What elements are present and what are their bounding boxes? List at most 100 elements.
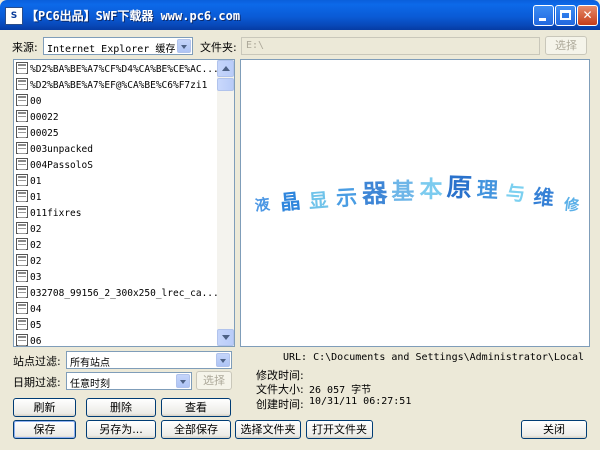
url-info: URL: C:\Documents and Settings\Administr…: [283, 352, 590, 363]
folder-label: 文件夹:: [200, 41, 237, 54]
swf-file-icon: [16, 254, 28, 266]
file-name: 02: [30, 240, 42, 251]
file-list-item[interactable]: 00022: [16, 110, 218, 126]
swf-preview: 液晶显示器基本原理与维修: [240, 59, 590, 347]
folder-value: E:\: [246, 40, 265, 51]
file-name: 01: [30, 176, 42, 187]
created-value: 10/31/11 06:27:51: [309, 396, 412, 407]
file-name: %D2%BA%BE%A7%CF%D4%CA%BE%CE%AC...: [30, 64, 218, 75]
site-filter-value: 所有站点: [70, 358, 110, 369]
swf-file-icon: [16, 78, 28, 90]
file-name: 05: [30, 320, 42, 331]
date-filter-select[interactable]: 任意时刻: [66, 372, 192, 390]
scroll-up-icon[interactable]: [217, 60, 234, 77]
file-list-item[interactable]: %D2%BA%BE%A7%EF@%CA%BE%C6%F7zi1: [16, 78, 218, 94]
file-list-item[interactable]: 01: [16, 190, 218, 206]
swf-file-icon: [16, 174, 28, 186]
swf-file-icon: [16, 110, 28, 122]
folder-field: E:\: [241, 37, 540, 55]
open-folder-button[interactable]: 打开文件夹: [306, 420, 373, 439]
file-list-item[interactable]: 06: [16, 334, 218, 347]
file-list-item[interactable]: 02: [16, 238, 218, 254]
file-list-item[interactable]: 003unpacked: [16, 142, 218, 158]
app-icon[interactable]: S: [5, 7, 23, 25]
swf-file-icon: [16, 126, 28, 138]
scroll-thumb[interactable]: [217, 78, 234, 91]
date-filter-label: 日期过滤:: [13, 376, 61, 389]
site-filter-select[interactable]: 所有站点: [66, 351, 232, 369]
date-filter-value: 任意时刻: [70, 379, 110, 390]
file-list-item[interactable]: 00025: [16, 126, 218, 142]
vertical-scrollbar[interactable]: [217, 60, 234, 346]
file-list-item[interactable]: 03: [16, 270, 218, 286]
chevron-down-icon[interactable]: [177, 39, 191, 53]
choose-folder-small-button[interactable]: 选择: [545, 36, 587, 55]
swf-file-icon: [16, 318, 28, 330]
close-icon: ✕: [582, 8, 593, 22]
file-list-item[interactable]: 02: [16, 254, 218, 270]
preview-char: 器: [361, 179, 389, 209]
file-list-item[interactable]: 004PassoloS: [16, 158, 218, 174]
source-select[interactable]: Internet Explorer 缓存: [43, 37, 193, 55]
file-list-item[interactable]: %D2%BA%BE%A7%CF%D4%CA%BE%CE%AC...: [16, 62, 218, 78]
preview-char: 晶: [279, 189, 302, 215]
file-name: 03: [30, 272, 42, 283]
save-all-button[interactable]: 全部保存: [161, 420, 231, 439]
size-label: 文件大小:: [256, 383, 304, 396]
file-list-item[interactable]: 01: [16, 174, 218, 190]
close-button[interactable]: 关闭: [521, 420, 587, 439]
file-name: 00022: [30, 112, 59, 123]
swf-file-icon: [16, 270, 28, 282]
size-value: 26 057 字节: [309, 385, 372, 396]
date-choose-button[interactable]: 选择: [196, 371, 232, 390]
close-window-button[interactable]: ✕: [577, 5, 598, 26]
file-name: 003unpacked: [30, 144, 93, 155]
swf-file-icon: [16, 238, 28, 250]
preview-char: 理: [476, 177, 498, 202]
preview-char: 液: [254, 195, 272, 215]
file-name: 06: [30, 336, 42, 347]
file-list-item[interactable]: 05: [16, 318, 218, 334]
minimize-icon: [539, 18, 546, 21]
preview-char: 显: [308, 188, 329, 212]
preview-char: 示: [335, 185, 357, 210]
swf-file-icon: [16, 286, 28, 298]
scroll-down-icon[interactable]: [217, 329, 234, 346]
chevron-down-icon[interactable]: [176, 374, 190, 388]
file-name: 02: [30, 256, 42, 267]
file-list-item[interactable]: 011fixres: [16, 206, 218, 222]
maximize-button[interactable]: [555, 5, 576, 26]
file-list-item[interactable]: 02: [16, 222, 218, 238]
file-name: 004PassoloS: [30, 160, 93, 171]
file-list[interactable]: %D2%BA%BE%A7%CF%D4%CA%BE%CE%AC... %D2%BA%…: [13, 59, 235, 347]
file-list-item[interactable]: 04: [16, 302, 218, 318]
title-bar: S 【PC6出品】SWF下载器 www.pc6.com ✕: [0, 0, 600, 30]
preview-graphic: 液晶显示器基本原理与维修: [254, 173, 581, 215]
file-list-item[interactable]: 00: [16, 94, 218, 110]
swf-file-icon: [16, 142, 28, 154]
file-name: 00: [30, 96, 42, 107]
refresh-button[interactable]: 刷新: [13, 398, 76, 417]
site-filter-label: 站点过滤:: [13, 355, 61, 368]
preview-char: 修: [562, 195, 581, 215]
view-button[interactable]: 查看: [161, 398, 231, 417]
choose-folder-button[interactable]: 选择文件夹: [235, 420, 301, 439]
preview-char: 本: [419, 177, 442, 203]
save-as-button[interactable]: 另存为...: [86, 420, 156, 439]
created-label: 创建时间:: [256, 398, 304, 411]
save-button[interactable]: 保存: [13, 420, 76, 439]
swf-file-icon: [16, 190, 28, 202]
maximize-icon: [560, 10, 571, 20]
swf-file-icon: [16, 334, 28, 346]
minimize-button[interactable]: [533, 5, 554, 26]
swf-file-icon: [16, 158, 28, 170]
chevron-down-icon[interactable]: [216, 353, 230, 367]
file-list-item[interactable]: 032708_99156_2_300x250_lrec_ca...: [16, 286, 218, 302]
delete-button[interactable]: 删除: [86, 398, 156, 417]
preview-char: 维: [532, 185, 555, 211]
source-value: Internet Explorer 缓存: [47, 44, 176, 55]
swf-file-icon: [16, 94, 28, 106]
file-name: 011fixres: [30, 208, 82, 219]
swf-file-icon: [16, 302, 28, 314]
swf-file-icon: [16, 62, 28, 74]
